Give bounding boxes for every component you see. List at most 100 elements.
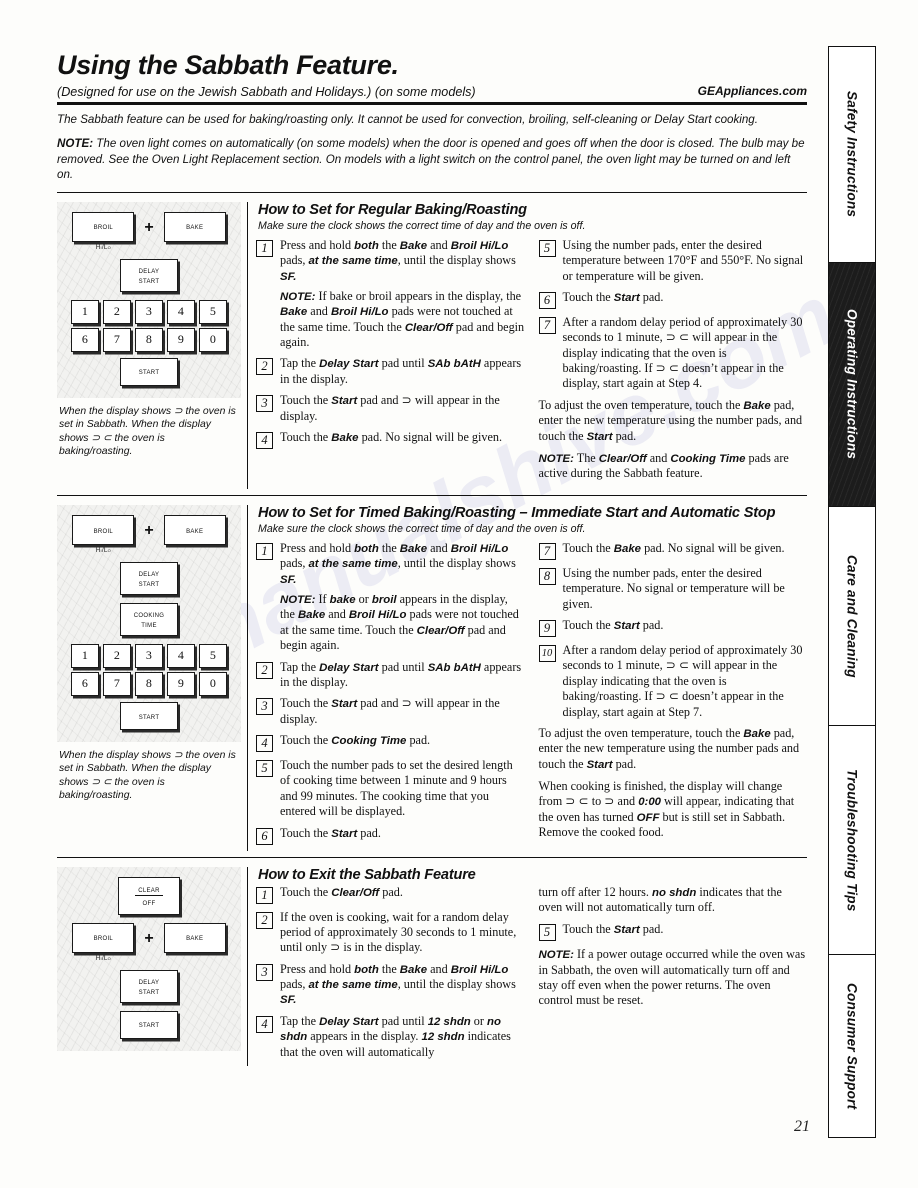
step-number: 4 — [256, 1015, 273, 1033]
instruction-step: 4 Touch the Bake pad. No signal will be g… — [256, 430, 525, 449]
section-3-col-right: turn off after 12 hours. no shdn indicat… — [538, 885, 808, 1066]
bake-key[interactable]: Bake — [163, 211, 226, 242]
control-panel-graphic-1: Broil Hi/Lo + Bake Delay Start — [57, 202, 241, 398]
step-text: Touch the Start pad and ⊃ will appear in… — [280, 696, 525, 727]
start-key[interactable]: Start — [120, 701, 178, 730]
broil-key-wrap: Broil Hi/Lo — [72, 514, 135, 554]
intro-block: The Sabbath feature can be used for baki… — [57, 112, 807, 183]
num-key[interactable]: 6 — [71, 671, 99, 696]
instruction-step: 4 Tap the Delay Start pad until 12 shdn o… — [256, 1014, 525, 1060]
instruction-step: 8 Using the number pads, enter the desire… — [538, 566, 808, 612]
step-number: 3 — [256, 395, 273, 413]
num-key[interactable]: 1 — [71, 643, 99, 668]
tab-care-and-cleaning[interactable]: Care and Cleaning — [829, 507, 875, 726]
section-2-heading: How to Set for Timed Baking/Roasting – I… — [258, 504, 776, 521]
cooking-time-key[interactable]: Cooking Time — [120, 602, 178, 636]
step-text: After a random delay period of approxima… — [563, 315, 808, 392]
tab-safety-instructions[interactable]: Safety Instructions — [829, 47, 875, 263]
num-key[interactable]: 4 — [167, 643, 195, 668]
num-key[interactable]: 5 — [199, 299, 227, 324]
instruction-step: 10 After a random delay period of approxi… — [538, 643, 808, 720]
num-key[interactable]: 6 — [71, 327, 99, 352]
tab-consumer-support[interactable]: Consumer Support — [829, 955, 875, 1137]
broil-key-wrap: Broil Hi/Lo — [72, 211, 135, 251]
num-key[interactable]: 5 — [199, 643, 227, 668]
num-key[interactable]: 9 — [167, 327, 195, 352]
control-panel-illustration-2: Broil Hi/Lo + Bake Delay Start — [57, 505, 247, 851]
broil-key[interactable]: Broil — [72, 922, 135, 953]
delay-start-key[interactable]: Delay Start — [120, 561, 178, 595]
delay-start-line2: Start — [138, 578, 160, 589]
num-key[interactable]: 4 — [167, 299, 195, 324]
step-paragraph: After a random delay period of approxima… — [562, 314, 803, 391]
plus-icon: + — [144, 522, 154, 540]
page-title: Using the Sabbath Feature. — [57, 50, 399, 80]
tab-label: Care and Cleaning — [844, 554, 860, 678]
bake-key[interactable]: Bake — [163, 922, 226, 953]
step-number: 5 — [538, 924, 556, 942]
control-panel-illustration-3: Clear Off Broil Hi/Lo + Bake — [57, 867, 247, 1066]
broil-key[interactable]: Broil — [72, 211, 135, 242]
bake-key[interactable]: Bake — [163, 514, 226, 545]
intro-note: NOTE: The oven light comes on automatica… — [57, 136, 807, 182]
step-text: Touch the Start pad. — [280, 826, 525, 841]
tab-troubleshooting-tips[interactable]: Troubleshooting Tips — [829, 726, 875, 955]
broil-hilo-label: Hi/Lo — [95, 546, 111, 554]
step-text: Touch the Start pad. — [563, 922, 808, 937]
bake-key-wrap: Bake — [163, 211, 226, 242]
step-number: 3 — [256, 698, 273, 716]
instruction-step: 4 Touch the Cooking Time pad. — [256, 733, 525, 753]
step-paragraph: Touch the Bake pad. No signal will be gi… — [280, 429, 503, 444]
step-text: Press and hold both the Bake and Broil H… — [280, 541, 525, 654]
step-number: 10 — [538, 645, 556, 663]
page-header: Using the Sabbath Feature. (Designed for… — [57, 50, 807, 105]
num-key[interactable]: 8 — [135, 671, 163, 696]
num-key[interactable]: 7 — [103, 327, 131, 352]
broil-key[interactable]: Broil — [72, 514, 135, 545]
num-key[interactable]: 3 — [135, 643, 163, 668]
instruction-step: 2 Tap the Delay Start pad until SAb bAtH … — [256, 356, 525, 387]
step-number: 9 — [538, 620, 556, 638]
clear-line1: Clear — [135, 884, 163, 897]
step-paragraph: Press and hold both the Bake and Broil H… — [280, 961, 516, 1007]
step-text: Touch the Bake pad. No signal will be gi… — [563, 541, 808, 556]
tab-label: Consumer Support — [844, 982, 860, 1110]
num-key[interactable]: 8 — [135, 327, 163, 352]
delay-start-key[interactable]: Delay Start — [120, 969, 178, 1003]
tab-operating-instructions[interactable]: Operating Instructions — [829, 263, 875, 507]
step-text: Tap the Delay Start pad until SAb bAtH a… — [280, 356, 525, 387]
step-text: Press and hold both the Bake and Broil H… — [280, 962, 525, 1008]
page-content: Using the Sabbath Feature. (Designed for… — [57, 50, 807, 1066]
num-key[interactable]: 2 — [103, 643, 131, 668]
instruction-step: 5 Touch the Start pad. — [538, 922, 808, 942]
start-key[interactable]: Start — [120, 357, 178, 386]
delay-start-key[interactable]: Delay Start — [120, 258, 178, 292]
num-key[interactable]: 1 — [71, 299, 99, 324]
step-paragraph: Tap the Delay Start pad until 12 shdn or… — [280, 1013, 511, 1059]
number-pad-1: 1 2 3 4 5 6 7 8 9 0 — [65, 299, 233, 352]
control-panel-graphic-3: Clear Off Broil Hi/Lo + Bake — [57, 867, 241, 1051]
num-key[interactable]: 0 — [199, 671, 227, 696]
step-paragraph: Touch the number pads to set the desired… — [280, 758, 513, 819]
num-key[interactable]: 2 — [103, 299, 131, 324]
page-subtitle: (Designed for use on the Jewish Sabbath … — [57, 85, 476, 99]
closing-paragraph: To adjust the oven temperature, touch th… — [538, 397, 803, 443]
num-key[interactable]: 7 — [103, 671, 131, 696]
tab-label: Troubleshooting Tips — [844, 768, 860, 912]
instruction-step: 1 Press and hold both the Bake and Broil … — [256, 541, 525, 654]
num-key[interactable]: 0 — [199, 327, 227, 352]
title-rule — [57, 102, 807, 105]
tab-label: Safety Instructions — [844, 91, 860, 218]
step-number: 7 — [538, 542, 556, 560]
step-number: 2 — [256, 911, 273, 929]
instruction-step: 2 Tap the Delay Start pad until SAb bAtH … — [256, 660, 525, 691]
num-key[interactable]: 3 — [135, 299, 163, 324]
clear-off-key[interactable]: Clear Off — [118, 876, 180, 915]
start-key[interactable]: Start — [120, 1010, 178, 1039]
step-number: 1 — [256, 542, 273, 560]
instruction-step: 6 Touch the Start pad. — [256, 826, 525, 845]
instruction-step: 3 Touch the Start pad and ⊃ will appear i… — [256, 696, 525, 727]
step-paragraph: Touch the Cooking Time pad. — [280, 733, 431, 748]
instruction-step: 9 Touch the Start pad. — [538, 618, 808, 638]
num-key[interactable]: 9 — [167, 671, 195, 696]
